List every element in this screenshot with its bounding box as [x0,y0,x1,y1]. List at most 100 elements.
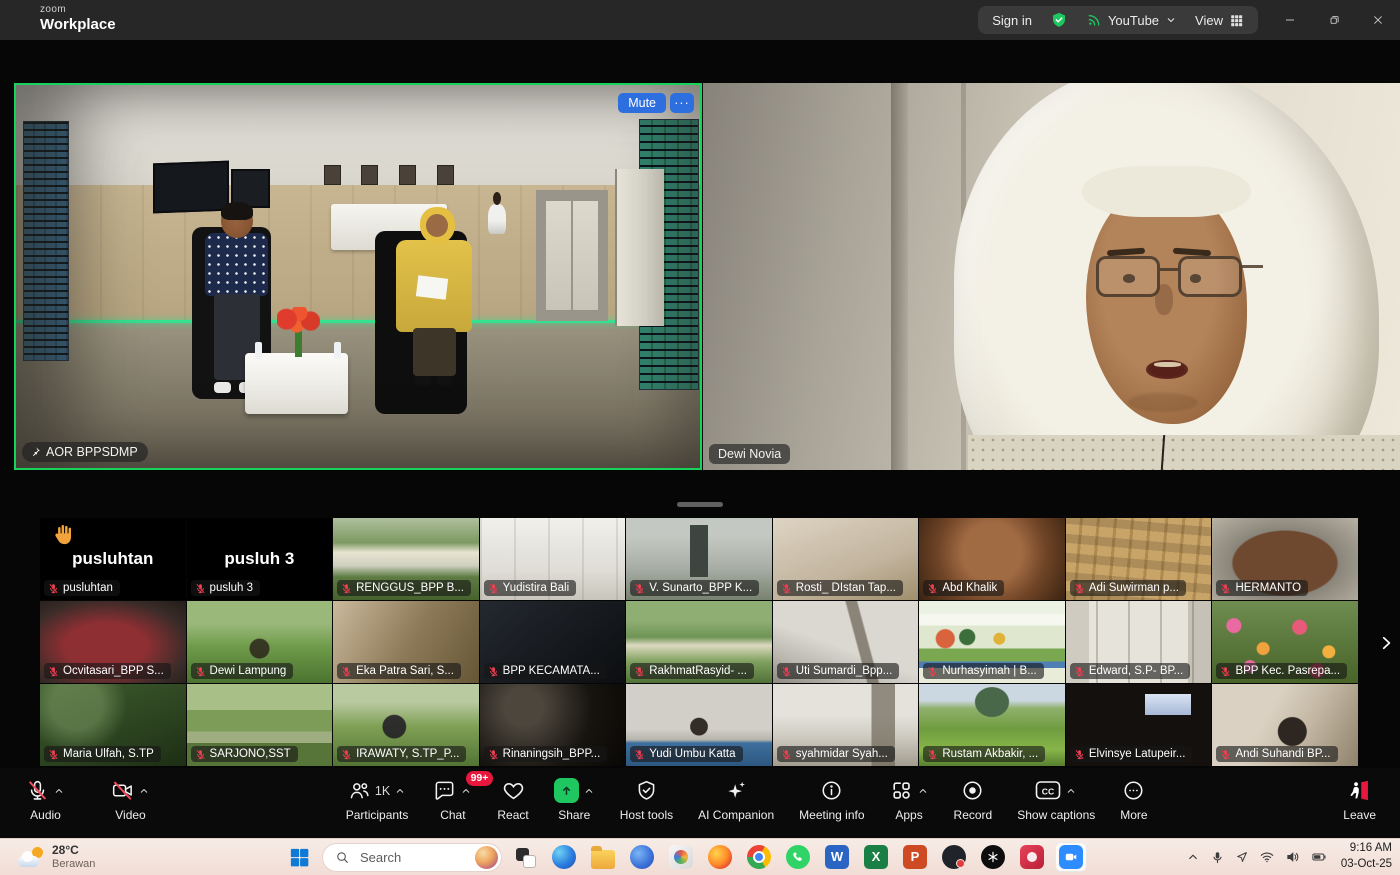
chat-button[interactable]: 99+ Chat [433,778,472,822]
audio-button[interactable]: Audio [26,778,65,822]
participant-tile[interactable]: Rinaningsih_BPP... [480,684,626,766]
share-chevron-up-icon[interactable] [583,785,595,797]
app-icon-chatgpt[interactable] [977,842,1009,872]
video-button[interactable]: Video [111,778,150,822]
participant-tile[interactable]: Yudi Umbu Katta [626,684,772,766]
meeting-info-button[interactable]: Meeting info [799,778,864,822]
app-icon-excel[interactable]: X [860,842,892,872]
windows-taskbar: 28°C Berawan W X P [0,838,1400,875]
participant-tile[interactable]: pusluh 3 pusluh 3 [187,518,333,600]
start-button[interactable] [283,842,315,872]
participant-tile[interactable]: Andi Suhandi BP... [1212,684,1358,766]
participant-tile[interactable]: Nurhasyimah | B... [919,601,1065,683]
weather-condition: Berawan [52,858,95,872]
participant-more-options-button[interactable]: ··· [670,93,694,113]
muted-mic-icon [1220,749,1231,760]
app-icon-photos[interactable] [665,842,697,872]
show-captions-button[interactable]: CC Show captions [1017,778,1095,822]
participant-tile[interactable]: pusluhtan pusluhtan [40,518,186,600]
participant-tile[interactable]: RakhmatRasyid- ... [626,601,772,683]
audio-chevron-up-icon[interactable] [53,785,65,797]
app-icon-firefox[interactable] [704,842,736,872]
clock-date: 03-Oct-25 [1341,857,1392,873]
chat-chevron-up-icon[interactable] [460,785,472,797]
participant-tile[interactable]: syahmidar Syah... [773,684,919,766]
participant-tile[interactable]: IRAWATY, S.TP_P... [333,684,479,766]
participant-tile[interactable]: Yudistira Bali [480,518,626,600]
react-button[interactable]: React [497,778,528,822]
battery-icon[interactable] [1311,849,1327,865]
participant-tile[interactable]: Adi Suwirman p... [1066,518,1212,600]
sign-in-button[interactable]: Sign in [992,13,1032,28]
app-icon-edge[interactable] [548,842,580,872]
shield-check-icon [1050,11,1068,29]
participant-tile[interactable]: BPP Kec. Pasrepa... [1212,601,1358,683]
more-button[interactable]: More [1120,778,1147,822]
weather-widget[interactable]: 28°C Berawan [10,839,103,875]
participant-tile[interactable]: SARJONO,SST [187,684,333,766]
participant-tile[interactable]: Edward, S.P- BP... [1066,601,1212,683]
participant-tile[interactable]: Rosti_ DIstan Tap... [773,518,919,600]
ai-companion-button[interactable]: AI Companion [698,778,774,822]
zoom-workplace-window: zoom Workplace Sign in YouTube View [0,0,1400,875]
taskbar-search[interactable] [322,843,502,872]
apps-button[interactable]: Apps [890,778,929,822]
app-icon-word[interactable]: W [821,842,853,872]
participant-tile[interactable]: Rustam Akbakir, ... [919,684,1065,766]
view-button[interactable]: View [1195,13,1244,28]
app-icon-powerpoint[interactable]: P [899,842,931,872]
youtube-live-menu[interactable]: YouTube [1086,12,1177,28]
speaker-tile-dewi-novia[interactable]: Dewi Novia [703,83,1400,470]
participant-tile[interactable]: RENGGUS_BPP B... [333,518,479,600]
host-tools-button[interactable]: Host tools [620,778,673,822]
participants-button[interactable]: 1K Participants [346,778,409,822]
participant-tile[interactable]: Uti Sumardi_Bpp... [773,601,919,683]
record-button[interactable]: Record [954,778,993,822]
participant-tile[interactable]: Ocvitasari_BPP S... [40,601,186,683]
restore-button[interactable] [1312,0,1356,40]
participant-tile[interactable]: HERMANTO [1212,518,1358,600]
minimize-button[interactable] [1268,0,1312,40]
app-icon-whatsapp[interactable] [782,842,814,872]
leave-button[interactable]: Leave [1343,778,1376,822]
muted-mic-icon [781,583,792,594]
speaker-tile-aor-bppsdmp[interactable]: Mute ··· AOR BPPSDMP [14,83,702,470]
muted-mic-icon [341,749,352,760]
search-input[interactable] [358,849,462,866]
participant-tile[interactable]: Abd Khalik [919,518,1065,600]
app-icon-teams[interactable] [626,842,658,872]
participant-tile[interactable]: Elvinsye Latupeir... [1066,684,1212,766]
app-icon-file-explorer[interactable] [587,842,619,872]
participant-tile[interactable]: Eka Patra Sari, S... [333,601,479,683]
video-chevron-up-icon[interactable] [138,785,150,797]
volume-icon[interactable] [1285,849,1301,865]
hidden-icons-chevron[interactable] [1186,850,1200,864]
participant-tile[interactable]: Maria Ulfah, S.TP [40,684,186,766]
participant-name-label: syahmidar Syah... [777,746,895,762]
apps-chevron-up-icon[interactable] [917,785,929,797]
participant-tile[interactable]: BPP KECAMATA... [480,601,626,683]
task-view-button[interactable] [509,842,541,872]
wifi-icon[interactable] [1259,849,1275,865]
close-button[interactable] [1356,0,1400,40]
app-icon-media[interactable] [1016,842,1048,872]
participant-tile[interactable]: V. Sunarto_BPP K... [626,518,772,600]
microphone-tray-icon[interactable] [1210,850,1225,865]
participants-chevron-up-icon[interactable] [394,785,406,797]
participant-name-label: Rinaningsih_BPP... [484,746,608,762]
participant-tile[interactable]: Dewi Lampung [187,601,333,683]
search-icon [335,850,350,865]
captions-chevron-up-icon[interactable] [1065,785,1077,797]
location-tray-icon[interactable] [1235,850,1249,864]
mute-participant-button[interactable]: Mute [618,93,666,113]
gallery-next-page-button[interactable] [1372,620,1399,666]
muted-mic-icon [781,666,792,677]
share-button[interactable]: Share [554,778,595,822]
chat-label: Chat [440,808,465,822]
app-icon-security[interactable] [938,842,970,872]
resize-drag-handle[interactable] [677,502,723,507]
taskbar-clock[interactable]: 9:16 AM 03-Oct-25 [1341,841,1392,872]
app-icon-zoom[interactable] [1055,842,1087,872]
participant-name-label: Yudi Umbu Katta [630,746,742,762]
app-icon-chrome[interactable] [743,842,775,872]
